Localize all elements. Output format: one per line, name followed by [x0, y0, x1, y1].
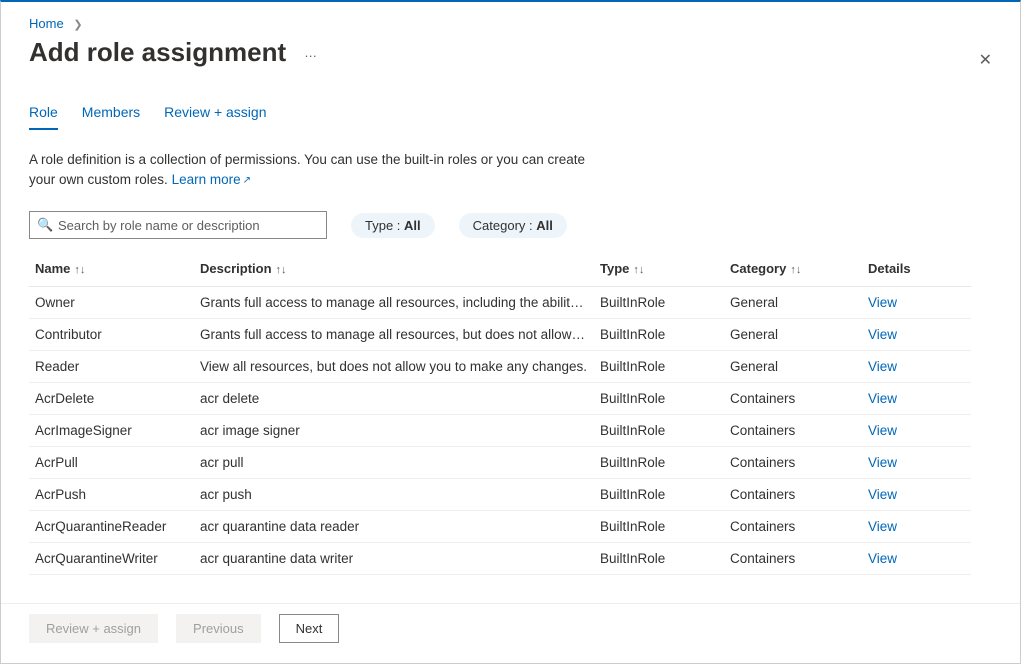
page-title: Add role assignment: [29, 37, 286, 68]
table-row[interactable]: OwnerGrants full access to manage all re…: [29, 287, 971, 319]
table-row[interactable]: AcrPushacr pushBuiltInRoleContainers View: [29, 479, 971, 511]
wizard-tabs: Role Members Review + assign: [1, 68, 1020, 130]
filter-type[interactable]: Type : All: [351, 213, 435, 238]
search-icon: 🔍: [37, 217, 53, 233]
column-header-description[interactable]: Description↑↓: [194, 253, 594, 287]
role-description: Grants full access to manage all resourc…: [194, 319, 594, 351]
view-link[interactable]: View: [868, 391, 897, 406]
view-link[interactable]: View: [868, 551, 897, 566]
role-category: Containers: [724, 415, 862, 447]
roles-table: Name↑↓ Description↑↓ Type↑↓ Category↑↓ D…: [29, 253, 971, 575]
role-name: AcrImageSigner: [29, 415, 194, 447]
previous-button: Previous: [176, 614, 261, 643]
role-type: BuiltInRole: [594, 415, 724, 447]
wizard-footer: Review + assign Previous Next: [1, 603, 1020, 653]
view-link[interactable]: View: [868, 455, 897, 470]
external-link-icon: ↗: [241, 175, 251, 186]
sort-icon: ↑↓: [70, 264, 85, 276]
role-description: acr pull: [194, 447, 594, 479]
role-name: AcrPush: [29, 479, 194, 511]
role-category: Containers: [724, 383, 862, 415]
role-description: acr quarantine data writer: [194, 543, 594, 575]
horizontal-scrollbar[interactable]: [1, 653, 1020, 663]
sort-icon: ↑↓: [272, 264, 287, 276]
role-description: acr quarantine data reader: [194, 511, 594, 543]
role-type: BuiltInRole: [594, 351, 724, 383]
column-header-category[interactable]: Category↑↓: [724, 253, 862, 287]
role-name: AcrQuarantineWriter: [29, 543, 194, 575]
role-category: General: [724, 287, 862, 319]
table-row[interactable]: AcrImageSigneracr image signerBuiltInRol…: [29, 415, 971, 447]
chevron-right-icon: ❯: [67, 19, 88, 31]
more-actions-icon[interactable]: …: [304, 45, 319, 60]
tab-review-assign[interactable]: Review + assign: [164, 104, 266, 130]
role-description: Grants full access to manage all resourc…: [194, 287, 594, 319]
help-text: A role definition is a collection of per…: [1, 130, 641, 189]
role-description: View all resources, but does not allow y…: [194, 351, 594, 383]
breadcrumb-home[interactable]: Home: [29, 16, 64, 31]
role-name: Contributor: [29, 319, 194, 351]
tab-role[interactable]: Role: [29, 104, 58, 130]
column-header-type[interactable]: Type↑↓: [594, 253, 724, 287]
content-scroll[interactable]: Home ❯ Add role assignment … ✕ Role Memb…: [1, 2, 1020, 653]
sort-icon: ↑↓: [786, 264, 801, 276]
next-button[interactable]: Next: [279, 614, 340, 643]
role-category: Containers: [724, 511, 862, 543]
role-name: Reader: [29, 351, 194, 383]
filter-category[interactable]: Category : All: [459, 213, 567, 238]
role-type: BuiltInRole: [594, 543, 724, 575]
role-name: AcrQuarantineReader: [29, 511, 194, 543]
role-type: BuiltInRole: [594, 447, 724, 479]
learn-more-link[interactable]: Learn more↗: [172, 172, 251, 187]
view-link[interactable]: View: [868, 423, 897, 438]
column-header-name[interactable]: Name↑↓: [29, 253, 194, 287]
role-category: Containers: [724, 447, 862, 479]
view-link[interactable]: View: [868, 359, 897, 374]
role-type: BuiltInRole: [594, 383, 724, 415]
table-row[interactable]: ContributorGrants full access to manage …: [29, 319, 971, 351]
view-link[interactable]: View: [868, 295, 897, 310]
table-row[interactable]: AcrQuarantineWriteracr quarantine data w…: [29, 543, 971, 575]
role-category: Containers: [724, 543, 862, 575]
role-type: BuiltInRole: [594, 479, 724, 511]
role-type: BuiltInRole: [594, 511, 724, 543]
role-name: AcrDelete: [29, 383, 194, 415]
table-row[interactable]: ReaderView all resources, but does not a…: [29, 351, 971, 383]
table-row[interactable]: AcrPullacr pullBuiltInRoleContainers View: [29, 447, 971, 479]
table-row[interactable]: AcrQuarantineReaderacr quarantine data r…: [29, 511, 971, 543]
close-icon[interactable]: ✕: [979, 50, 992, 70]
role-description: acr image signer: [194, 415, 594, 447]
breadcrumb: Home ❯: [1, 2, 1020, 31]
role-description: acr push: [194, 479, 594, 511]
sort-icon: ↑↓: [629, 264, 644, 276]
review-assign-button: Review + assign: [29, 614, 158, 643]
column-header-details: Details: [862, 253, 971, 287]
role-name: Owner: [29, 287, 194, 319]
role-category: Containers: [724, 479, 862, 511]
role-category: General: [724, 351, 862, 383]
search-input[interactable]: [29, 211, 327, 239]
tab-members[interactable]: Members: [82, 104, 140, 130]
role-category: General: [724, 319, 862, 351]
role-type: BuiltInRole: [594, 319, 724, 351]
table-row[interactable]: AcrDeleteacr deleteBuiltInRoleContainers…: [29, 383, 971, 415]
view-link[interactable]: View: [868, 487, 897, 502]
role-name: AcrPull: [29, 447, 194, 479]
view-link[interactable]: View: [868, 519, 897, 534]
role-description: acr delete: [194, 383, 594, 415]
view-link[interactable]: View: [868, 327, 897, 342]
role-type: BuiltInRole: [594, 287, 724, 319]
